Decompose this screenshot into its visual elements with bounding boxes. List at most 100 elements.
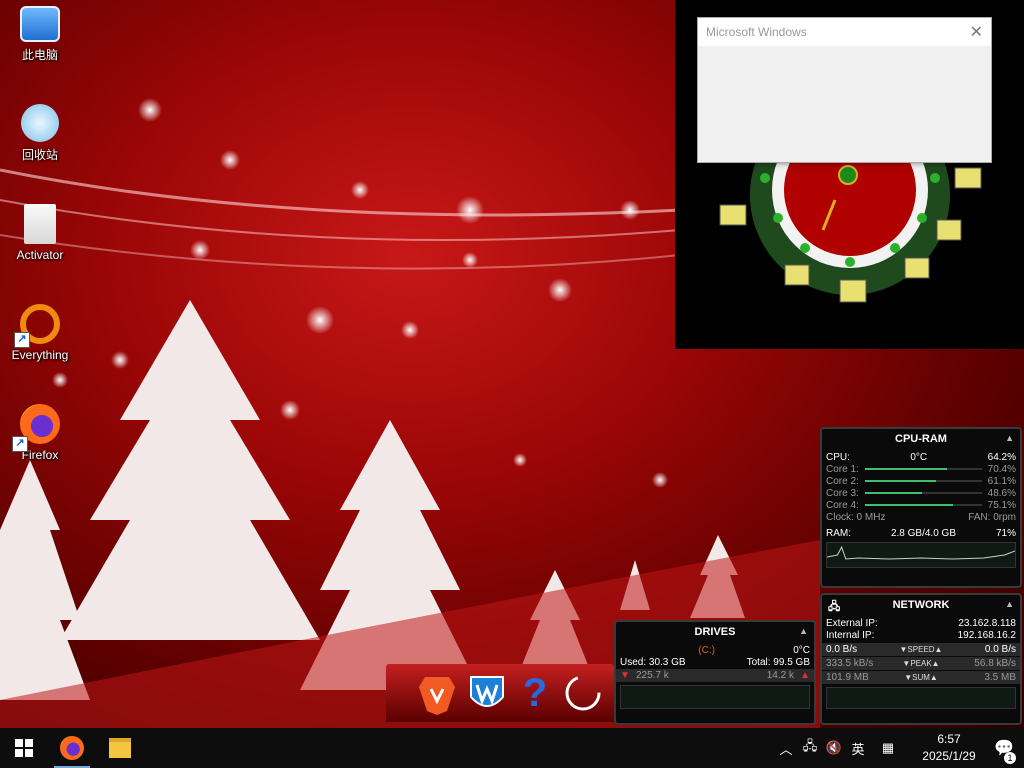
help-icon[interactable]: ? xyxy=(512,670,558,716)
core-label: Core 4: xyxy=(826,499,859,511)
dialog-titlebar[interactable]: Microsoft Windows ✕ xyxy=(698,18,991,46)
core-value: 48.6% xyxy=(987,487,1016,499)
core-bar xyxy=(864,480,982,482)
drive-used: Used: 30.3 GB xyxy=(620,656,686,668)
clock-time: 6:57 xyxy=(937,732,961,746)
cpu-clock: Clock: 0 MHz xyxy=(826,511,886,523)
upload-peak: 56.8 kB/s xyxy=(974,658,1016,669)
core-label: Core 2: xyxy=(826,475,859,487)
system-tray: ︿ 🖧 🔇 英 ▦ 6:57 2025/1/29 💬 1 xyxy=(774,728,1024,768)
ram-percent: 71% xyxy=(995,527,1016,539)
network-icon: 🖧 xyxy=(828,601,841,613)
wise-care-icon[interactable] xyxy=(464,670,510,716)
gadget-title: NETWORK xyxy=(892,599,950,611)
fan-speed: FAN: 0rpm xyxy=(968,511,1016,523)
taskbar-firefox[interactable] xyxy=(48,728,96,768)
show-hidden-icons-icon[interactable]: ︿ xyxy=(774,739,798,758)
shortcut-arrow-icon: ↗ xyxy=(12,436,28,452)
external-ip-row: External IP: 23.162.8.118 xyxy=(822,617,1020,629)
desktop-icon-everything[interactable]: ↗ Everything xyxy=(0,304,80,362)
internal-ip-row: Internal IP: 192.168.16.2 xyxy=(822,629,1020,641)
keyboard-layout-icon[interactable]: ▦ xyxy=(876,740,900,756)
volume-muted-icon[interactable]: 🔇 xyxy=(822,740,846,756)
cpu-row: CPU: 0°C 64.2% xyxy=(822,451,1020,463)
upload-speed: 0.0 B/s xyxy=(984,644,1016,655)
drive-temp: 0°C xyxy=(793,644,810,656)
file-explorer-icon xyxy=(109,738,131,758)
core-row: Core 1: 70.4% xyxy=(822,463,1020,475)
desktop-icon-activator[interactable]: Activator xyxy=(0,204,80,262)
core-bar xyxy=(864,492,982,494)
ram-row: RAM: 2.8 GB/4.0 GB 71% xyxy=(822,527,1020,539)
gadget-title: DRIVES xyxy=(694,626,736,638)
speed-row: 0.0 B/s ▼SPEED▲ 0.0 B/s xyxy=(822,643,1020,656)
network-status-icon[interactable]: 🖧 xyxy=(798,737,822,759)
download-sum: 101.9 MB xyxy=(826,672,869,683)
cpu-label: CPU: xyxy=(826,451,850,463)
core-row: Core 2: 61.1% xyxy=(822,475,1020,487)
drive-read: 225.7 k xyxy=(636,670,669,681)
network-gadget: 🖧 NETWORK ▲ External IP: 23.162.8.118 In… xyxy=(820,593,1022,725)
shortcut-arrow-icon: ↗ xyxy=(14,332,30,348)
taskbar-file-explorer[interactable] xyxy=(96,728,144,768)
clock-fan-row: Clock: 0 MHz FAN: 0rpm xyxy=(822,511,1020,523)
core-label: Core 1: xyxy=(826,463,859,475)
desktop-icon-firefox[interactable]: ↗ Firefox xyxy=(0,404,80,462)
close-icon[interactable]: ✕ xyxy=(970,22,983,42)
drive-usage-row: Used: 30.3 GB Total: 99.5 GB xyxy=(616,656,814,668)
desktop-icon-label: Activator xyxy=(16,248,64,262)
download-peak: 333.5 kB/s xyxy=(826,658,874,669)
peak-label: ▼PEAK▲ xyxy=(902,659,940,668)
core-label: Core 3: xyxy=(826,487,859,499)
gadget-header: 🖧 NETWORK ▲ xyxy=(822,595,1020,615)
ram-label: RAM: xyxy=(826,527,851,539)
drives-gadget: DRIVES ▲ (C:) 0°C Used: 30.3 GB Total: 9… xyxy=(614,620,816,725)
microsoft-windows-dialog[interactable]: Microsoft Windows ✕ xyxy=(697,17,992,163)
ram-graph xyxy=(826,542,1016,568)
core-bar xyxy=(864,468,982,470)
input-method-indicator[interactable]: 英 xyxy=(846,739,870,758)
refresh-icon[interactable] xyxy=(560,670,606,716)
internal-ip-label: Internal IP: xyxy=(826,629,875,641)
drive-letter[interactable]: (C:) xyxy=(698,645,715,656)
sum-label: ▼SUM▲ xyxy=(904,673,938,682)
upload-sum: 3.5 MB xyxy=(984,672,1016,683)
recycle-bin-icon xyxy=(21,104,59,142)
file-icon xyxy=(24,204,56,244)
collapse-icon[interactable]: ▲ xyxy=(799,626,808,636)
peak-row: 333.5 kB/s ▼PEAK▲ 56.8 kB/s xyxy=(822,657,1020,670)
drive-write: 14.2 k xyxy=(766,670,794,681)
core-value: 70.4% xyxy=(987,463,1016,475)
cpu-ram-gadget: CPU-RAM ▲ CPU: 0°C 64.2% Core 1: 70.4% C… xyxy=(820,427,1022,588)
download-speed: 0.0 B/s xyxy=(826,644,858,655)
gadget-header: DRIVES ▲ xyxy=(616,622,814,642)
desktop-icon-label: Everything xyxy=(11,348,69,362)
collapse-icon[interactable]: ▲ xyxy=(1005,433,1014,443)
desktop-icon-recycle-bin[interactable]: 回收站 xyxy=(0,104,80,163)
taskbar: ︿ 🖧 🔇 英 ▦ 6:57 2025/1/29 💬 1 xyxy=(0,728,1024,768)
computer-icon xyxy=(20,6,60,42)
taskbar-clock[interactable]: 6:57 2025/1/29 xyxy=(914,731,984,765)
collapse-icon[interactable]: ▲ xyxy=(1005,599,1014,609)
desktop-icon-this-pc[interactable]: 此电脑 xyxy=(0,6,80,63)
start-button[interactable] xyxy=(0,728,48,768)
action-center-button[interactable]: 💬 1 xyxy=(984,738,1024,764)
notification-count: 1 xyxy=(1004,752,1016,764)
ram-used: 2.8 GB/4.0 GB xyxy=(890,527,957,539)
read-icon: ▼ xyxy=(620,670,630,681)
cpu-percent: 64.2% xyxy=(987,451,1016,463)
drive-row: (C:) 0°C xyxy=(616,644,814,656)
core-row: Core 3: 48.6% xyxy=(822,487,1020,499)
core-value: 75.1% xyxy=(987,499,1016,511)
speed-label: ▼SPEED▲ xyxy=(899,645,943,654)
sum-row: 101.9 MB ▼SUM▲ 3.5 MB xyxy=(822,671,1020,684)
app-dock: ? xyxy=(386,664,614,722)
desktop-icon-label: 此电脑 xyxy=(21,48,58,62)
brave-browser-icon[interactable] xyxy=(414,670,460,716)
dialog-title: Microsoft Windows xyxy=(706,25,807,39)
gadget-header: CPU-RAM ▲ xyxy=(822,429,1020,449)
drive-total: Total: 99.5 GB xyxy=(746,656,810,668)
external-ip-value: 23.162.8.118 xyxy=(958,617,1016,629)
windows-start-icon xyxy=(15,739,33,757)
external-ip-label: External IP: xyxy=(826,617,878,629)
